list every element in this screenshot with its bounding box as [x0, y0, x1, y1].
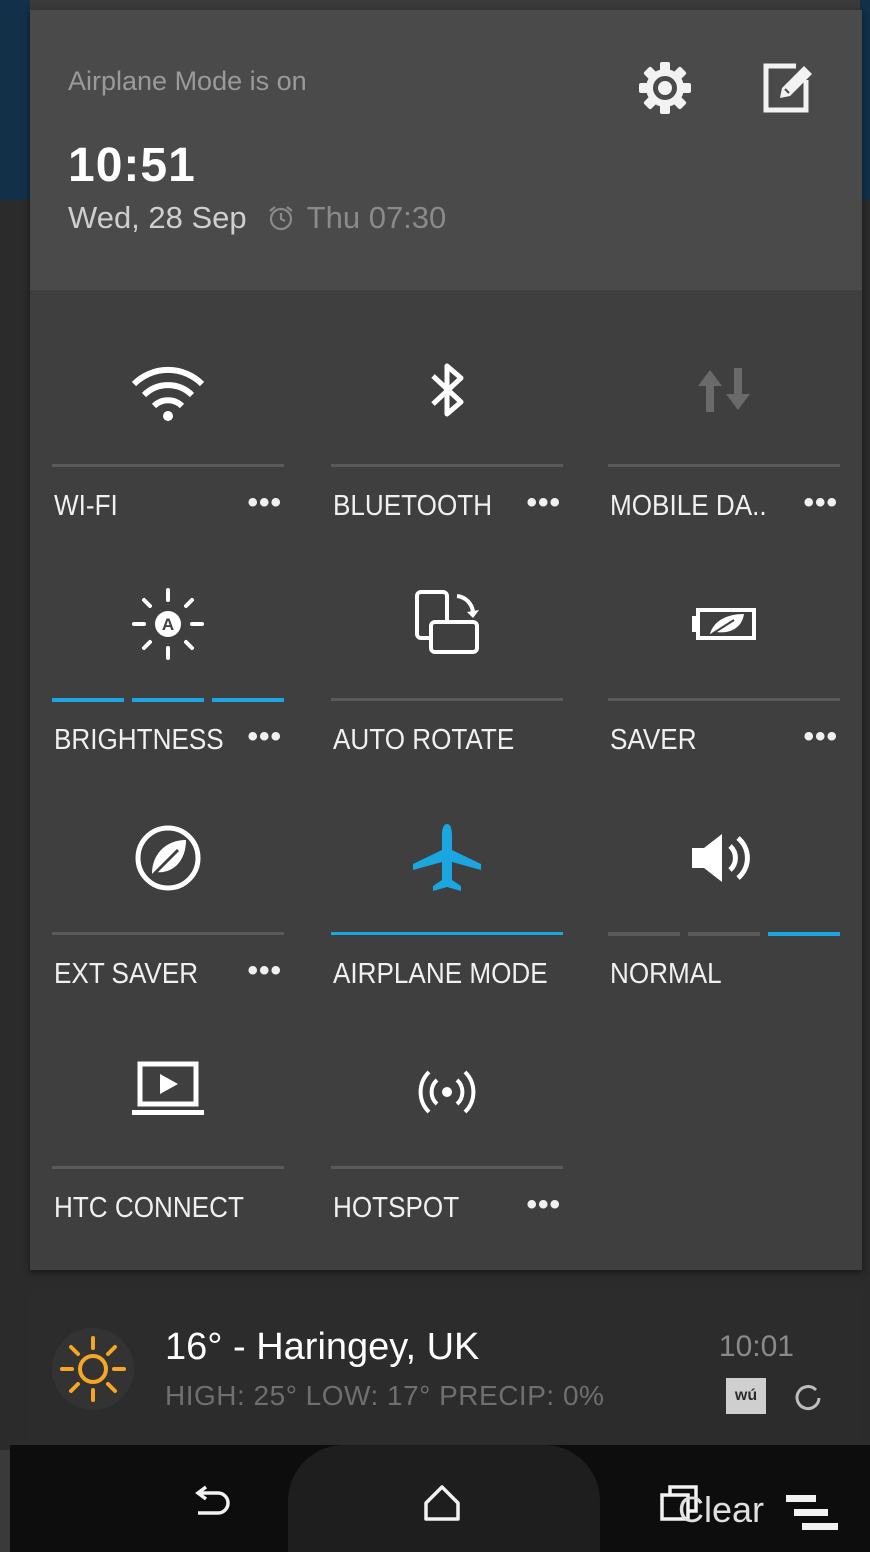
tile-label: BRIGHTNESS: [54, 724, 224, 756]
alarm-text[interactable]: Thu 07:30: [307, 200, 447, 236]
tile-label: WI-FI: [54, 490, 118, 522]
tile-more-button[interactable]: •••: [526, 486, 561, 520]
tile-wifi[interactable]: WI-FI •••: [52, 290, 284, 524]
mobile-data-icon: [684, 350, 764, 430]
tile-mobile-data[interactable]: MOBILE DA.. •••: [608, 290, 840, 524]
brightness-level-segment: [212, 698, 284, 702]
tile-extreme-saver[interactable]: EXT SAVER •••: [52, 758, 284, 992]
volume-level-segment: [688, 932, 760, 936]
tile-indicator: [608, 464, 840, 467]
volume-level-segment: [608, 932, 680, 936]
auto-rotate-icon: [407, 584, 487, 664]
tile-indicator: [331, 1166, 563, 1169]
tile-label: SAVER: [610, 724, 697, 756]
tile-brightness[interactable]: A BRIGHTNESS •••: [52, 524, 284, 758]
weather-title: 16° - Haringey, UK: [165, 1326, 480, 1368]
tile-indicator: [331, 698, 563, 701]
airplane-icon: [407, 818, 487, 898]
power-saver-icon: [684, 584, 764, 664]
tile-more-button[interactable]: •••: [247, 486, 282, 520]
refresh-icon[interactable]: [792, 1380, 824, 1412]
volume-icon: [684, 818, 764, 898]
shade-header: Airplane Mode is on 10:51 Wed, 28 Sep Th…: [30, 10, 862, 290]
notification-shade: Airplane Mode is on 10:51 Wed, 28 Sep Th…: [30, 10, 862, 1270]
hotspot-icon: [407, 1052, 487, 1132]
tile-label: MOBILE DA..: [610, 490, 767, 522]
tile-indicator: [52, 1166, 284, 1169]
extreme-saver-icon: [128, 818, 208, 898]
weather-updated-time: 10:01: [718, 1330, 794, 1363]
tile-label: AUTO ROTATE: [333, 724, 515, 756]
volume-level-segment-active: [768, 932, 840, 936]
tile-htc-connect[interactable]: HTC CONNECT: [52, 992, 284, 1226]
tile-indicator: [608, 698, 840, 701]
alarm-clock-icon: [268, 206, 293, 231]
tile-more-button[interactable]: •••: [803, 486, 838, 520]
wifi-icon: [128, 350, 208, 430]
back-icon[interactable]: [190, 1481, 234, 1525]
brightness-auto-icon: A: [128, 584, 208, 664]
date-row: Wed, 28 Sep Thu 07:30: [68, 200, 446, 236]
background-wallpaper-left: [0, 0, 30, 200]
tile-label: AIRPLANE MODE: [333, 958, 548, 990]
bluetooth-icon: [407, 350, 487, 430]
tile-more-button[interactable]: •••: [247, 720, 282, 754]
clear-notifications-text[interactable]: Clear: [678, 1489, 764, 1531]
tile-label: HTC CONNECT: [54, 1192, 244, 1224]
tile-label: HOTSPOT: [333, 1192, 460, 1224]
weather-notification[interactable]: 16° - Haringey, UK HIGH: 25° LOW: 17° PR…: [30, 1290, 862, 1445]
tile-indicator: [52, 932, 284, 935]
sun-icon: [52, 1328, 134, 1410]
tile-label: EXT SAVER: [54, 958, 199, 990]
navigation-bar: Clear: [10, 1445, 870, 1552]
quick-settings-grid: WI-FI ••• BLUETOOTH ••• MOBILE DA.. •••: [30, 290, 862, 1270]
tile-more-button[interactable]: •••: [247, 954, 282, 988]
tile-label: NORMAL: [610, 958, 722, 990]
tile-hotspot[interactable]: HOTSPOT •••: [331, 992, 563, 1226]
weather-details: HIGH: 25° LOW: 17° PRECIP: 0%: [165, 1380, 605, 1411]
tile-label: BLUETOOTH: [333, 490, 493, 522]
airplane-status-text: Airplane Mode is on: [68, 66, 307, 96]
weather-underground-logo: wú: [726, 1378, 766, 1414]
tile-indicator: [331, 464, 563, 467]
date-text[interactable]: Wed, 28 Sep: [68, 200, 247, 236]
tile-bluetooth[interactable]: BLUETOOTH •••: [331, 290, 563, 524]
svg-text:A: A: [162, 615, 174, 634]
tile-airplane-mode[interactable]: AIRPLANE MODE: [331, 758, 563, 992]
brightness-level-segment: [132, 698, 204, 702]
tile-more-button[interactable]: •••: [526, 1188, 561, 1222]
tile-auto-rotate[interactable]: AUTO ROTATE: [331, 524, 563, 758]
clock-time[interactable]: 10:51: [68, 138, 196, 193]
brightness-level-segment: [52, 698, 124, 702]
settings-gear-icon[interactable]: [635, 58, 695, 118]
tile-indicator-active: [331, 932, 563, 935]
home-icon[interactable]: [420, 1481, 464, 1525]
clear-all-icon[interactable]: [784, 1491, 840, 1535]
tile-indicator: [52, 464, 284, 467]
tile-more-button[interactable]: •••: [803, 720, 838, 754]
tile-sound-mode[interactable]: NORMAL: [608, 758, 840, 992]
htc-connect-icon: [128, 1052, 208, 1132]
edit-tiles-icon[interactable]: [758, 58, 818, 118]
tile-power-saver[interactable]: SAVER •••: [608, 524, 840, 758]
